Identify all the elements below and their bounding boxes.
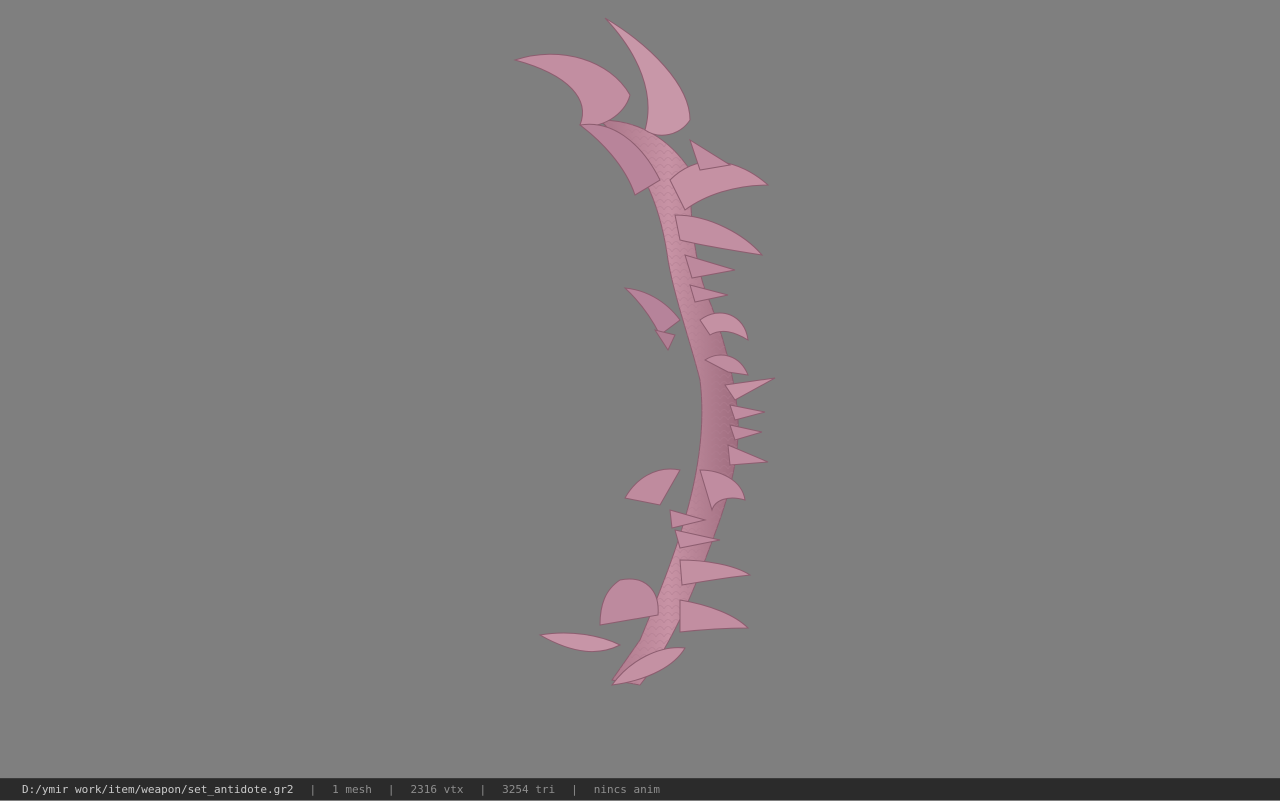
mesh-count: 1 mesh <box>332 783 372 796</box>
file-path: D:/ymir work/item/weapon/set_antidote.gr… <box>22 783 294 796</box>
anim-status: nincs anim <box>593 783 660 796</box>
separator: | <box>571 783 578 796</box>
bow-model <box>513 17 776 686</box>
triangle-count: 3254 tri <box>502 783 556 796</box>
separator: | <box>387 783 395 796</box>
vertex-count: 2316 vtx <box>410 783 464 796</box>
model-render <box>513 17 776 686</box>
separator: | <box>479 783 487 796</box>
3d-viewport[interactable] <box>0 0 1280 778</box>
status-bar: D:/ymir work/item/weapon/set_antidote.gr… <box>0 778 1280 800</box>
separator: | <box>309 783 317 796</box>
